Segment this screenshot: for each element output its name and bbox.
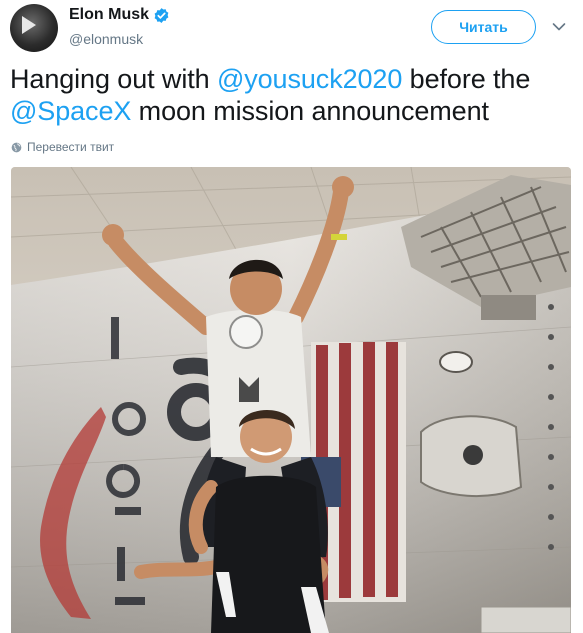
mention-link-spacex[interactable]: @SpaceX — [10, 96, 131, 126]
author-name[interactable]: Elon Musk — [69, 6, 149, 24]
tweet-photo[interactable] — [11, 167, 571, 633]
tweet-card: Elon Musk @elonmusk Читать Hanging out w… — [0, 0, 583, 633]
tweet-text: Hanging out with @yousuck2020 before the… — [10, 63, 575, 127]
verified-badge-icon — [154, 7, 169, 23]
follow-button[interactable]: Читать — [431, 10, 536, 44]
play-icon — [22, 16, 36, 34]
translate-link[interactable]: Перевести твит — [11, 140, 114, 154]
author-handle[interactable]: @elonmusk — [69, 31, 143, 47]
author-name-row[interactable]: Elon Musk — [69, 6, 170, 24]
tweet-text-part: moon mission announcement — [131, 96, 489, 126]
tweet-text-part: Hanging out with — [10, 64, 217, 94]
tweet-text-part: before the — [402, 64, 531, 94]
mention-link-yousuck2020[interactable]: @yousuck2020 — [217, 64, 402, 94]
translate-label: Перевести твит — [27, 140, 115, 154]
chevron-down-icon[interactable] — [552, 22, 566, 32]
photo-illustration — [11, 167, 571, 633]
avatar[interactable] — [10, 4, 58, 52]
globe-icon — [11, 142, 22, 152]
